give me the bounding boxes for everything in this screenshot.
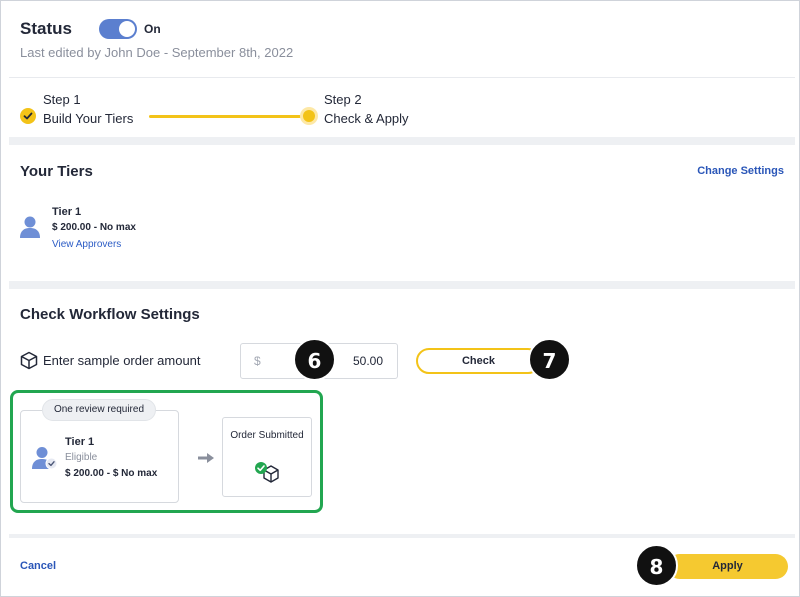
currency-prefix: $ bbox=[254, 354, 261, 368]
callout-badge-7: 7 bbox=[528, 338, 571, 381]
order-box-check-icon bbox=[255, 462, 279, 483]
step-current-icon bbox=[300, 107, 318, 125]
step-2-number: Step 2 bbox=[324, 92, 362, 107]
person-icon bbox=[20, 216, 40, 238]
change-settings-link[interactable]: Change Settings bbox=[697, 165, 784, 177]
divider bbox=[9, 77, 795, 78]
callout-badge-8: 8 bbox=[635, 544, 678, 587]
tiers-title: Your Tiers bbox=[20, 163, 93, 180]
workflow-title: Check Workflow Settings bbox=[20, 306, 200, 323]
workflow-panel: Status On Last edited by John Doe - Sept… bbox=[0, 0, 800, 597]
review-required-pill: One review required bbox=[42, 399, 156, 421]
result-tier-status: Eligible bbox=[65, 452, 98, 463]
status-title: Status bbox=[20, 19, 72, 38]
section-separator bbox=[9, 281, 795, 289]
step-progress-line bbox=[149, 115, 301, 118]
cancel-button[interactable]: Cancel bbox=[20, 560, 56, 572]
status-toggle[interactable] bbox=[99, 19, 137, 39]
apply-button[interactable]: Apply bbox=[667, 554, 788, 579]
result-tier-name: Tier 1 bbox=[65, 436, 95, 448]
sample-order-label: Enter sample order amount bbox=[43, 353, 201, 368]
toggle-knob bbox=[119, 21, 135, 37]
step-current-dot bbox=[303, 110, 315, 122]
amount-value: 50.00 bbox=[352, 354, 383, 368]
callout-badge-6: 6 bbox=[293, 338, 336, 381]
check-button[interactable]: Check bbox=[416, 348, 541, 374]
step-1-number: Step 1 bbox=[43, 92, 81, 107]
section-separator bbox=[9, 137, 795, 145]
approver-check-icon bbox=[32, 447, 58, 470]
cube-icon bbox=[20, 351, 38, 370]
tier-name: Tier 1 bbox=[52, 206, 82, 218]
order-submitted-title: Order Submitted bbox=[230, 430, 304, 441]
arrow-right-icon bbox=[198, 453, 214, 463]
footer-separator bbox=[9, 534, 795, 538]
toggle-label: On bbox=[144, 22, 161, 36]
last-edited-text: Last edited by John Doe - September 8th,… bbox=[20, 45, 294, 60]
step-2-name[interactable]: Check & Apply bbox=[324, 111, 409, 126]
tier-range: $ 200.00 - No max bbox=[52, 222, 136, 233]
step-1-name[interactable]: Build Your Tiers bbox=[43, 111, 133, 126]
step-done-check-icon bbox=[20, 108, 36, 124]
view-approvers-link[interactable]: View Approvers bbox=[52, 239, 121, 250]
result-tier-range: $ 200.00 - $ No max bbox=[65, 468, 158, 479]
